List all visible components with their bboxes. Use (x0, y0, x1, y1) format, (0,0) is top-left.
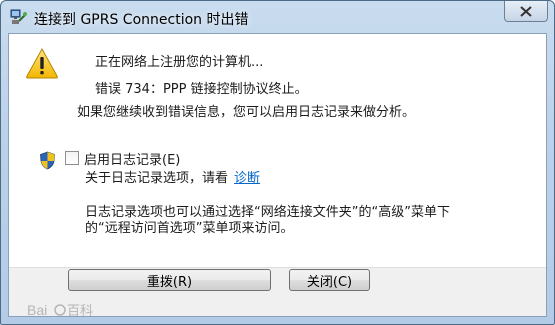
warning-icon (26, 47, 58, 79)
enable-logging-checkbox[interactable] (65, 151, 79, 165)
dialog-content: 正在网络上注册您的计算机... 错误 734：PPP 链接控制协议终止。 如果您… (8, 33, 547, 317)
status-message: 正在网络上注册您的计算机... (95, 55, 264, 70)
baidu-logo-icon: Bai 百科 (27, 302, 93, 319)
close-icon (520, 5, 532, 17)
svg-text:百科: 百科 (67, 304, 93, 319)
redial-button[interactable]: 重拨(R) (68, 269, 271, 291)
svg-text:Bai: Bai (27, 302, 47, 318)
logging-note-line2: 的“远程访问首选项”菜单项来访问。 (85, 221, 294, 236)
close-dialog-button[interactable]: 关闭(C) (289, 269, 370, 291)
title-bar[interactable]: 连接到 GPRS Connection 时出错 (1, 1, 554, 33)
logging-about-label: 关于日志记录选项，请看 (85, 171, 229, 186)
network-connection-icon (10, 9, 27, 24)
error-dialog: 连接到 GPRS Connection 时出错 正在网络上注册您的计算机... … (0, 0, 555, 325)
diagnostics-link[interactable]: 诊断 (234, 171, 260, 186)
uac-shield-icon (40, 151, 55, 170)
advice-message: 如果您继续收到错误信息，您可以启用日志记录来做分析。 (77, 105, 416, 120)
close-button[interactable] (504, 1, 548, 22)
window-title: 连接到 GPRS Connection 时出错 (34, 12, 249, 28)
logging-about-text: 关于日志记录选项，请看 诊断 (85, 167, 260, 186)
baidu-watermark: Bai 百科 (27, 301, 97, 323)
error-message: 错误 734：PPP 链接控制协议终止。 (95, 82, 308, 97)
enable-logging-label[interactable]: 启用日志记录(E) (84, 149, 180, 168)
